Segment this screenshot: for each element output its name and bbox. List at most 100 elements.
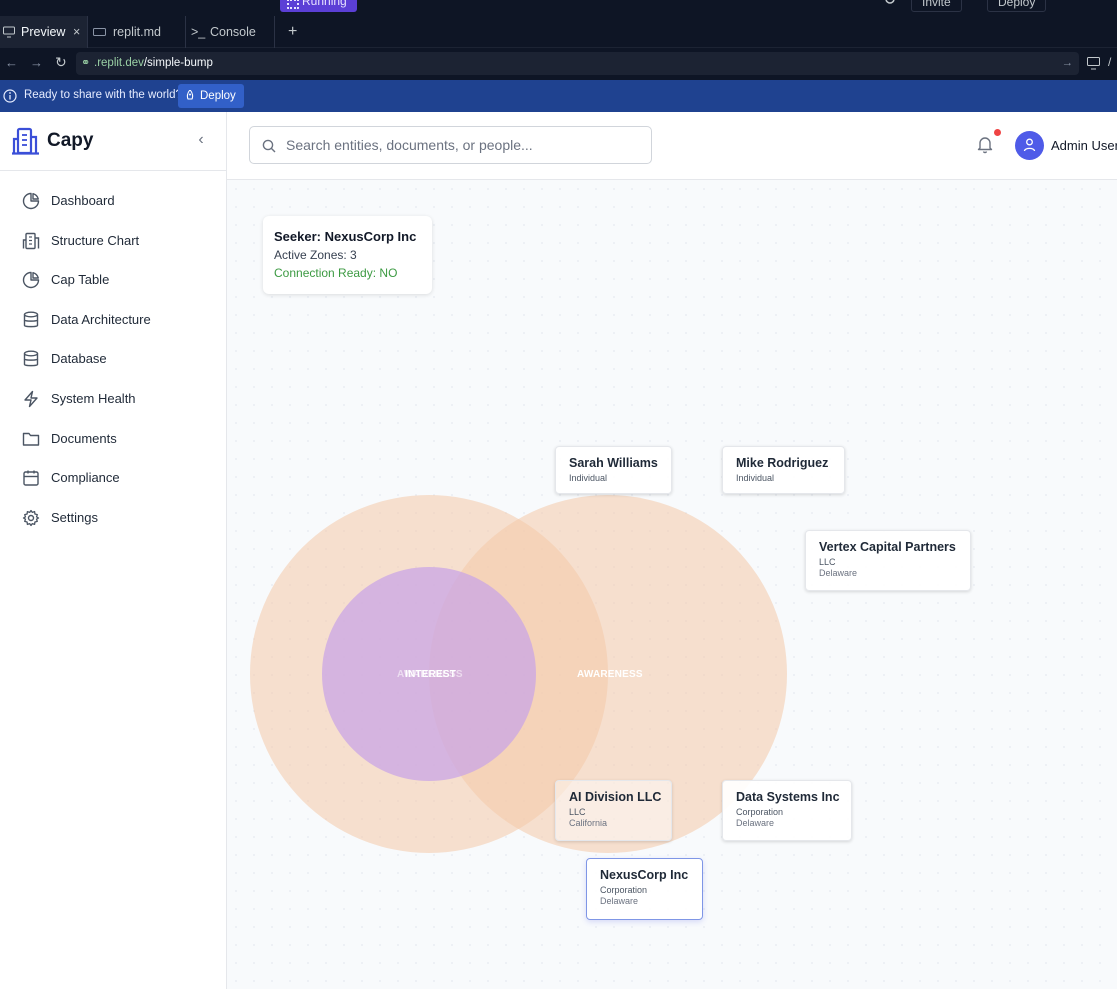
search-icon <box>262 139 276 153</box>
entity-type: Individual <box>569 473 608 483</box>
chevron-left-icon[interactable]: ‹ <box>193 132 209 148</box>
entity-name: AI Division LLC <box>569 790 662 804</box>
folder-icon <box>22 432 40 446</box>
zone-label-interest: INTEREST <box>405 669 457 680</box>
run-status-pill[interactable]: Running <box>280 0 357 12</box>
tab-replit-md[interactable]: replit.md <box>88 16 185 48</box>
top-header: Admin User <box>227 112 1117 180</box>
tab-label: replit.md <box>113 25 161 39</box>
database-icon <box>23 350 39 367</box>
database-icon <box>23 311 39 328</box>
link-icon: ⚭ <box>81 57 91 69</box>
entity-type: LLC <box>569 807 586 817</box>
wrench-icon[interactable]: / <box>1108 55 1111 69</box>
share-deploy-button[interactable]: Deploy <box>178 84 244 108</box>
main-content: Admin User Seeker: NexusCorp Inc Active … <box>227 112 1117 989</box>
url-input[interactable]: ⚭ .replit.dev/simple-bump → <box>76 52 1079 75</box>
sidebar-item-label: Structure Chart <box>51 233 140 248</box>
ide-tabs-bar: Preview × replit.md >_ Console + <box>0 16 1117 48</box>
tab-label: Preview <box>21 25 66 39</box>
sidebar-item-label: Documents <box>51 431 117 446</box>
sidebar: Capy ‹ Dashboard Structure Chart Cap Tab… <box>0 112 227 989</box>
ide-top-bar: Running Invite Deploy <box>0 0 1117 16</box>
user-name[interactable]: Admin User <box>1051 138 1117 153</box>
search-input[interactable] <box>286 135 636 155</box>
building-icon <box>22 232 40 250</box>
brand-name: Capy <box>47 130 94 151</box>
entity-node[interactable]: Sarah Williams Individual <box>555 446 672 494</box>
seeker-title: Seeker: NexusCorp Inc <box>274 229 417 244</box>
entity-name: NexusCorp Inc <box>600 868 689 882</box>
sidebar-item-label: Data Architecture <box>51 312 151 327</box>
sidebar-item-label: Dashboard <box>51 193 115 208</box>
forward-arrow-icon[interactable]: → <box>30 55 43 70</box>
sidebar-item-dashboard[interactable]: Dashboard <box>0 183 226 219</box>
sidebar-item-label: Compliance <box>51 470 120 485</box>
sidebar-item-compliance[interactable]: Compliance <box>0 460 226 496</box>
entity-name: Vertex Capital Partners <box>819 540 956 554</box>
notification-badge <box>994 129 1001 136</box>
search-box[interactable] <box>249 126 652 164</box>
brand[interactable]: Capy ‹ <box>0 112 226 171</box>
entity-node[interactable]: Vertex Capital Partners LLC Delaware <box>805 530 971 591</box>
entity-name: Mike Rodriguez <box>736 456 829 470</box>
invite-button[interactable]: Invite <box>911 0 962 12</box>
terminal-icon: >_ <box>191 25 206 39</box>
sidebar-item-system-health[interactable]: System Health <box>0 381 226 417</box>
tab-label: Console <box>210 25 256 39</box>
monitor-icon <box>3 26 15 38</box>
seeker-entity-node[interactable]: NexusCorp Inc Corporation Delaware <box>586 858 703 920</box>
zone-label-awareness-right: AWARENESS <box>577 669 643 680</box>
tab-preview[interactable]: Preview × <box>0 16 87 48</box>
share-text: Ready to share with the world? <box>24 89 182 101</box>
entity-name: Data Systems Inc <box>736 790 840 804</box>
pie-chart-icon <box>22 271 40 289</box>
sidebar-item-label: Database <box>51 351 107 366</box>
connection-status: Connection Ready: NO <box>274 266 398 280</box>
tab-console[interactable]: >_ Console <box>186 16 274 48</box>
pie-chart-icon <box>22 192 40 210</box>
close-icon[interactable]: × <box>73 16 80 48</box>
gear-icon <box>22 509 40 527</box>
bell-icon[interactable] <box>975 134 995 154</box>
entity-node[interactable]: Mike Rodriguez Individual <box>722 446 845 494</box>
sidebar-item-label: System Health <box>51 391 136 406</box>
search-icon[interactable] <box>885 0 897 6</box>
entity-state: California <box>569 818 608 828</box>
info-icon <box>3 89 17 103</box>
sidebar-item-data-architecture[interactable]: Data Architecture <box>0 302 226 338</box>
url-domain: .replit.dev <box>94 57 144 69</box>
url-bar: ← → ↻ ⚭ .replit.dev/simple-bump → / <box>0 48 1117 80</box>
interest-zone-canvas[interactable]: Seeker: NexusCorp Inc Active Zones: 3 Co… <box>227 180 1117 989</box>
seeker-panel: Seeker: NexusCorp Inc Active Zones: 3 Co… <box>263 216 432 294</box>
sidebar-item-settings[interactable]: Settings <box>0 500 226 536</box>
back-arrow-icon[interactable]: ← <box>5 55 18 70</box>
entity-state: Delaware <box>819 568 858 578</box>
reload-icon[interactable]: ↻ <box>55 54 67 71</box>
deploy-top-button[interactable]: Deploy <box>987 0 1047 12</box>
device-icon[interactable] <box>1087 57 1101 70</box>
url-path: /simple-bump <box>143 57 213 69</box>
sidebar-item-label: Cap Table <box>51 272 110 287</box>
user-icon <box>1023 138 1036 152</box>
building-logo-icon <box>12 127 39 155</box>
sidebar-item-structure-chart[interactable]: Structure Chart <box>0 223 226 259</box>
sidebar-item-documents[interactable]: Documents <box>0 421 226 457</box>
entity-type: Individual <box>736 473 775 483</box>
entity-type: Corporation <box>600 885 648 895</box>
sidebar-item-label: Settings <box>51 510 98 525</box>
lightning-icon <box>24 390 38 408</box>
entity-node[interactable]: Data Systems Inc Corporation Delaware <box>722 780 852 841</box>
avatar[interactable] <box>1015 131 1044 160</box>
sidebar-item-database[interactable]: Database <box>0 341 226 377</box>
entity-state: Delaware <box>600 896 639 906</box>
rocket-icon <box>186 90 194 100</box>
sidebar-item-cap-table[interactable]: Cap Table <box>0 262 226 298</box>
entity-type: Corporation <box>736 807 784 817</box>
entity-node[interactable]: AI Division LLC LLC California <box>555 780 672 841</box>
new-tab-plus-icon[interactable]: + <box>284 16 304 48</box>
entity-type: LLC <box>819 557 836 567</box>
open-external-icon[interactable]: → <box>1062 52 1074 75</box>
calendar-icon <box>23 470 39 486</box>
active-zones: Active Zones: 3 <box>274 248 357 262</box>
